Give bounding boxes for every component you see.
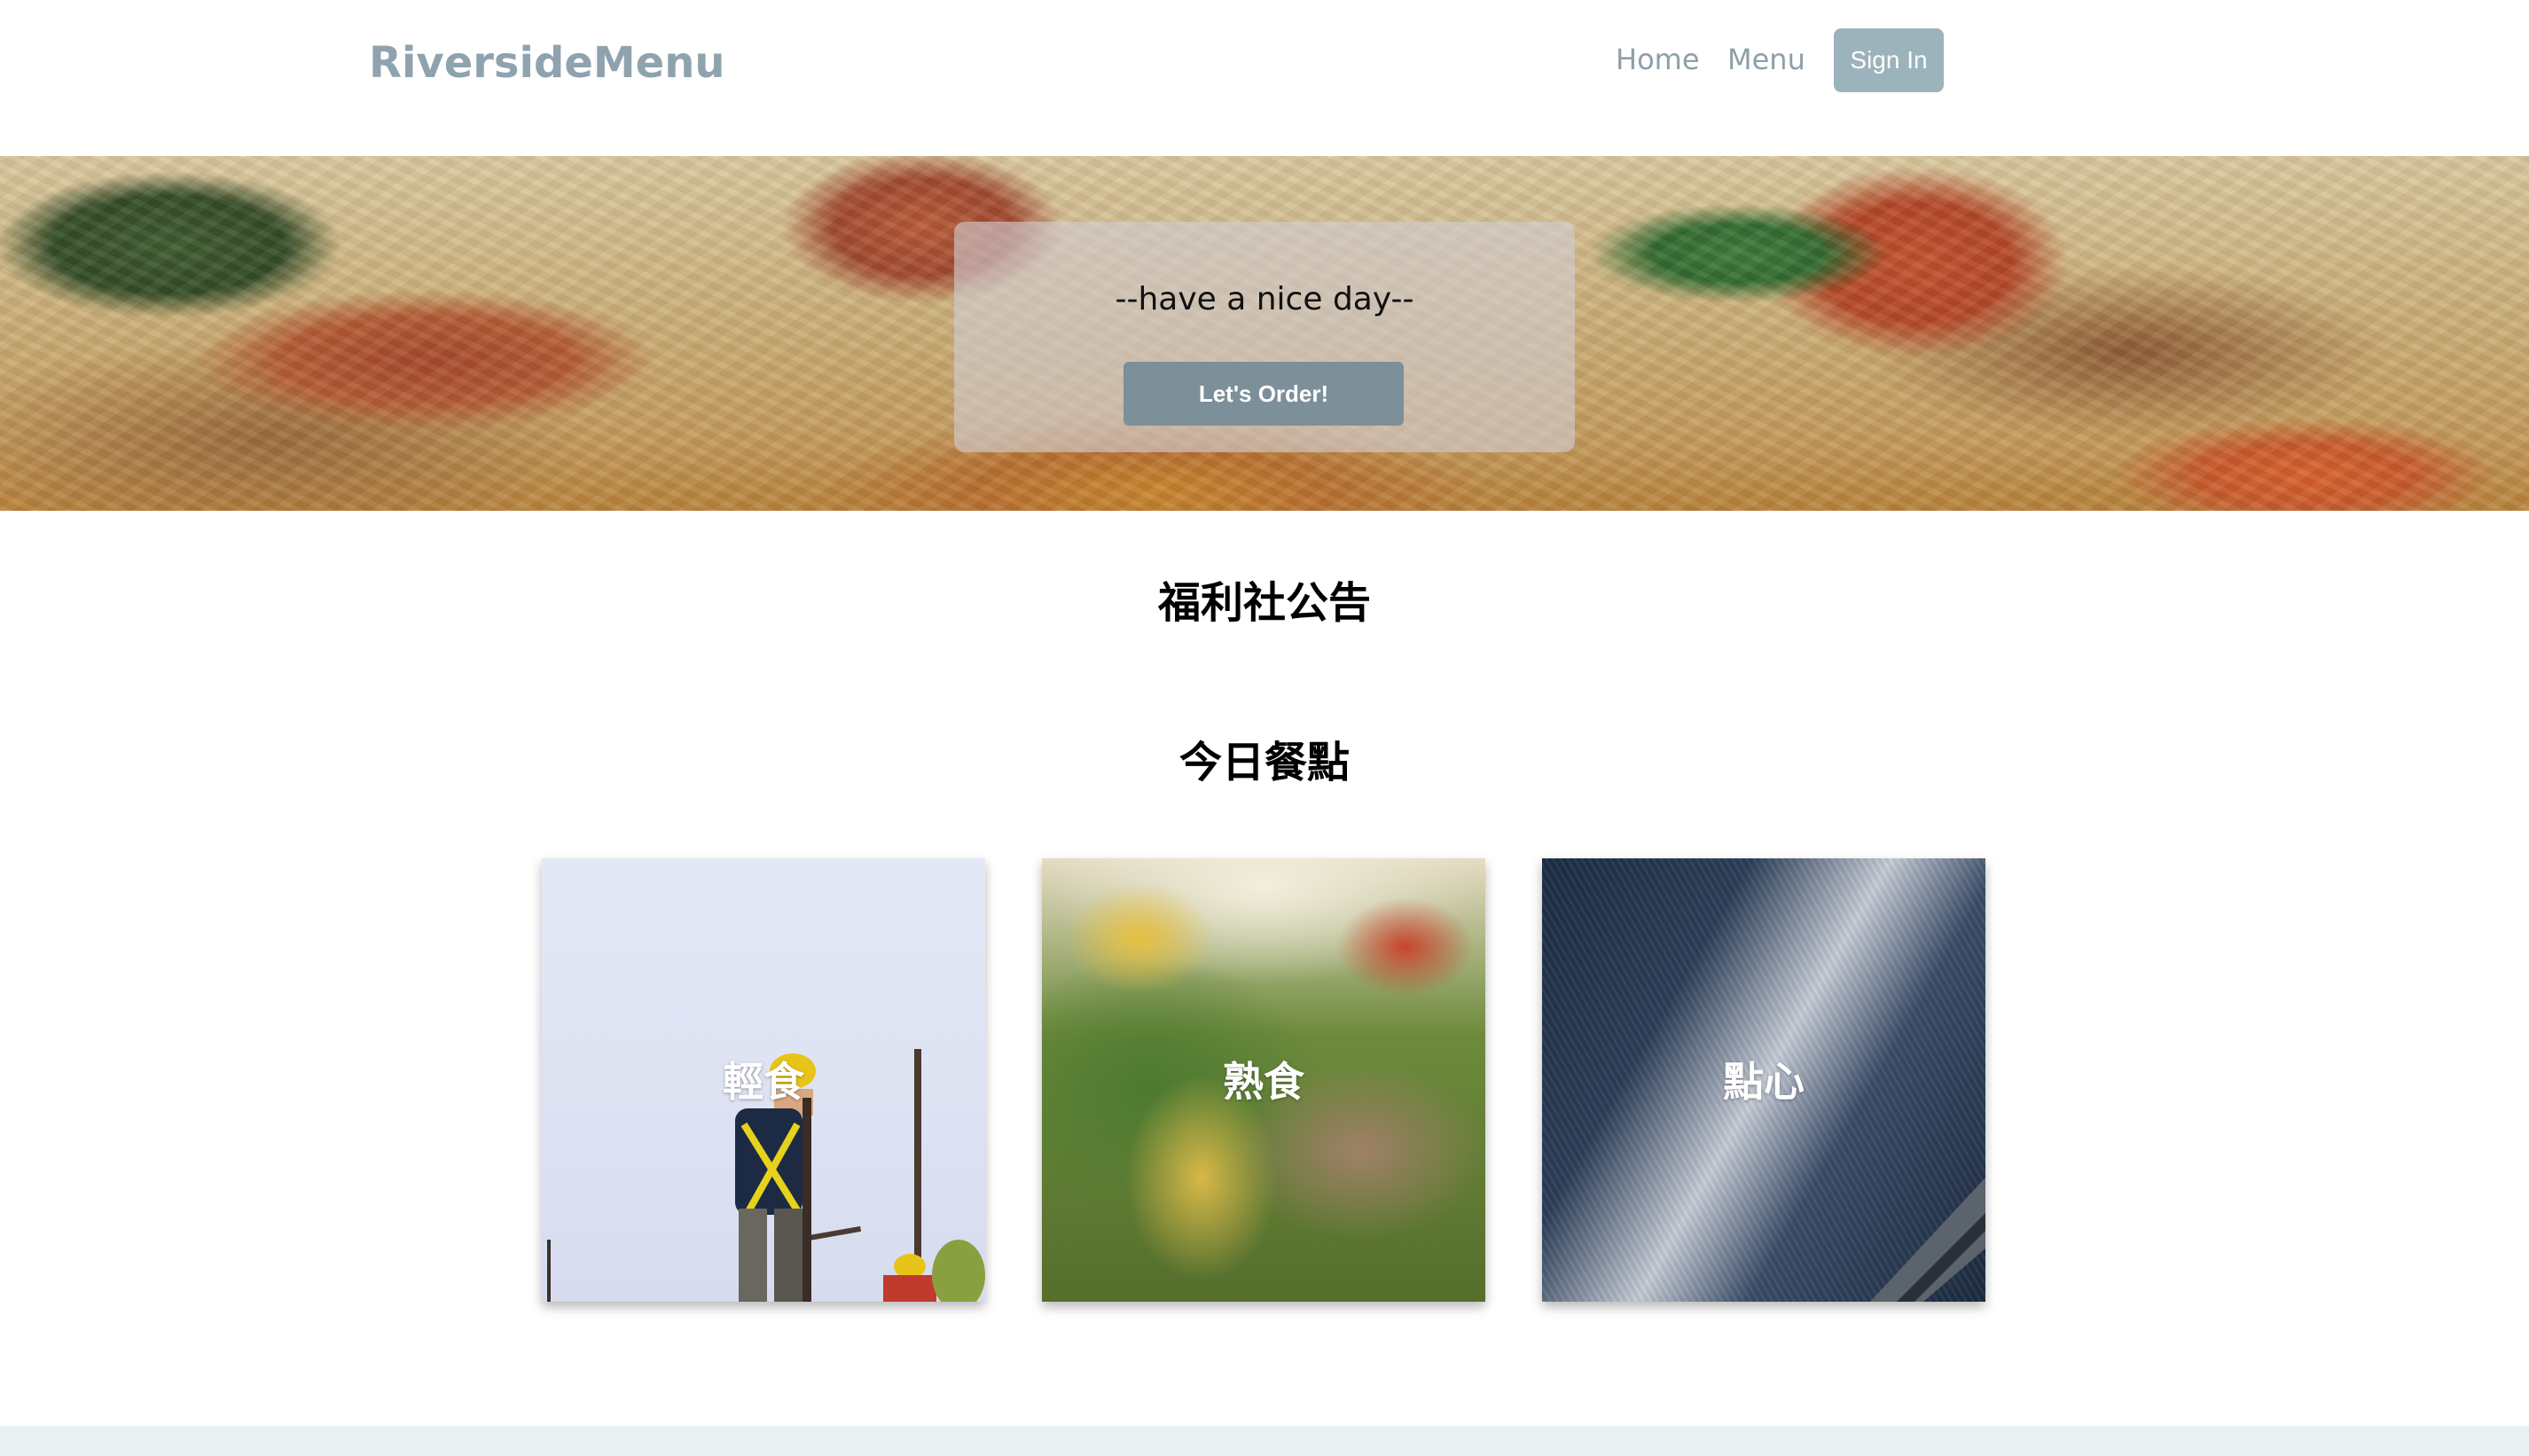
footer [0, 1426, 2529, 1456]
hero-card: --have a nice day-- Let's Order! [954, 222, 1575, 452]
brand-logo[interactable]: RiversideMenu [369, 35, 725, 90]
nav-link-menu[interactable]: Menu [1727, 39, 1805, 80]
sign-in-button[interactable]: Sign In [1834, 28, 1944, 92]
announcement-heading: 福利社公告 [1157, 578, 1371, 628]
hero-banner: --have a nice day-- Let's Order! [0, 156, 2529, 511]
meal-card-label: 輕食 [723, 1058, 804, 1106]
meal-card-cooked[interactable]: 熟食 [1042, 858, 1485, 1302]
nav-link-home[interactable]: Home [1616, 39, 1700, 80]
meal-card-snack[interactable]: 點心 [1542, 858, 1985, 1302]
meal-card-light[interactable]: 輕食 [542, 858, 985, 1302]
lets-order-button[interactable]: Let's Order! [1124, 362, 1404, 426]
meal-card-label: 點心 [1723, 1058, 1805, 1106]
navbar: RiversideMenu Home Menu Sign In [0, 0, 2529, 156]
hero-tagline: --have a nice day-- [1115, 281, 1414, 317]
meal-card-label: 熟食 [1223, 1058, 1304, 1106]
todays-meals-heading: 今日餐點 [1178, 738, 1350, 787]
